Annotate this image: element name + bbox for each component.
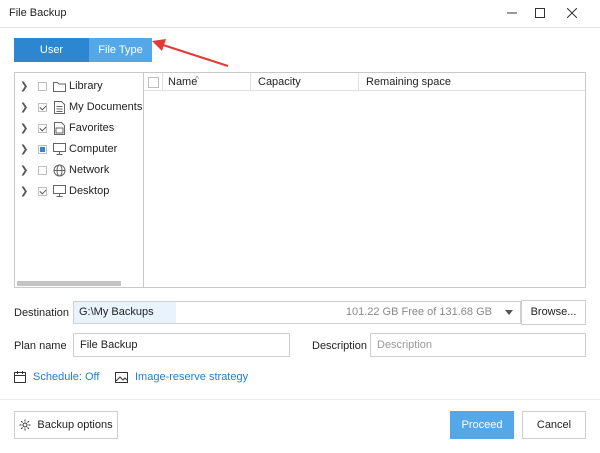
backup-type-tabs: User Defined File Type — [14, 38, 152, 80]
tree-item-label: Computer — [69, 143, 118, 155]
tree-item-network[interactable]: ❯ Network — [15, 161, 143, 179]
title-bar: File Backup — [0, 0, 600, 28]
destination-path: G:\My Backups — [74, 302, 176, 323]
image-icon — [115, 371, 128, 383]
select-all-checkbox[interactable] — [147, 76, 159, 88]
folder-icon — [52, 79, 66, 93]
tree-checkbox[interactable] — [38, 102, 47, 112]
source-tree[interactable]: ❯ Library ❯ My Documents ❯ Favorites ❯ C… — [14, 72, 144, 288]
maximize-icon — [535, 8, 545, 18]
tree-item-library[interactable]: ❯ Library — [15, 77, 143, 95]
expand-icon[interactable]: ❯ — [20, 165, 30, 176]
tree-checkbox[interactable] — [38, 186, 47, 196]
tree-item-my-documents[interactable]: ❯ My Documents — [15, 98, 143, 116]
browse-button[interactable]: Browse... — [521, 300, 586, 325]
tree-horizontal-scrollbar[interactable] — [15, 281, 143, 287]
tree-item-label: Network — [69, 164, 110, 176]
chevron-down-icon[interactable] — [505, 310, 513, 315]
table-header: Name ^ Capacity Remaining space — [144, 73, 585, 91]
file-table[interactable]: Name ^ Capacity Remaining space — [143, 72, 586, 288]
tree-checkbox[interactable] — [38, 81, 47, 91]
maximize-button[interactable] — [524, 0, 556, 26]
tree-checkbox[interactable] — [38, 123, 47, 133]
tree-item-label: Desktop — [69, 185, 110, 197]
tree-item-label: Favorites — [69, 122, 115, 134]
tree-item-desktop[interactable]: ❯ Desktop — [15, 182, 143, 200]
close-icon — [567, 8, 577, 18]
schedule-link-label[interactable]: Schedule: Off — [33, 371, 99, 383]
expand-icon[interactable]: ❯ — [20, 144, 30, 155]
network-icon — [52, 163, 66, 177]
tree-item-favorites[interactable]: ❯ Favorites — [15, 119, 143, 137]
sort-caret-icon: ^ — [195, 74, 200, 84]
column-header-name[interactable]: Name ^ — [163, 73, 251, 91]
expand-icon[interactable]: ❯ — [20, 123, 30, 134]
tree-checkbox[interactable] — [38, 165, 47, 175]
destination-select[interactable]: G:\My Backups 101.22 GB Free of 131.68 G… — [73, 301, 521, 324]
destination-label: Destination — [14, 307, 70, 319]
expand-icon[interactable]: ❯ — [20, 102, 30, 113]
footer-divider — [0, 399, 600, 400]
desktop-icon — [52, 184, 66, 198]
tree-item-label: My Documents — [69, 101, 143, 113]
column-label: Name — [168, 76, 198, 88]
backup-options-button[interactable]: Backup options — [14, 411, 118, 439]
scrollbar-thumb[interactable] — [17, 281, 121, 286]
tree-item-label: Library — [69, 80, 103, 92]
backup-options-label: Backup options — [37, 419, 113, 431]
schedule-link[interactable]: Schedule: Off — [14, 371, 99, 383]
minimize-icon — [507, 12, 517, 14]
close-button[interactable] — [556, 0, 588, 26]
tree-checkbox[interactable] — [38, 144, 47, 154]
calendar-icon — [14, 371, 26, 383]
select-all-cell — [144, 73, 163, 91]
plan-name-label: Plan name — [14, 340, 67, 352]
description-label: Description — [312, 340, 368, 352]
annotation-arrow-icon — [152, 39, 229, 67]
image-reserve-link-label[interactable]: Image-reserve strategy — [135, 371, 248, 383]
expand-icon[interactable]: ❯ — [20, 186, 30, 197]
expand-icon[interactable]: ❯ — [20, 81, 30, 92]
plan-name-field[interactable]: File Backup — [73, 333, 290, 357]
column-header-remaining-space[interactable]: Remaining space — [359, 73, 585, 91]
gear-icon — [19, 419, 31, 431]
computer-icon — [52, 142, 66, 156]
favorites-icon — [52, 121, 66, 135]
document-icon — [52, 100, 66, 114]
column-header-capacity[interactable]: Capacity — [251, 73, 359, 91]
tab-user-defined[interactable]: User Defined — [14, 38, 89, 80]
image-reserve-link[interactable]: Image-reserve strategy — [115, 371, 248, 383]
tab-file-type[interactable]: File Type — [89, 38, 152, 62]
cancel-button[interactable]: Cancel — [522, 411, 586, 439]
tree-item-computer[interactable]: ❯ Computer — [15, 140, 143, 158]
destination-free-space: 101.22 GB Free of 131.68 GB — [345, 306, 492, 318]
description-field[interactable]: Description — [370, 333, 586, 357]
proceed-button[interactable]: Proceed — [450, 411, 514, 439]
window-title: File Backup — [9, 7, 67, 19]
